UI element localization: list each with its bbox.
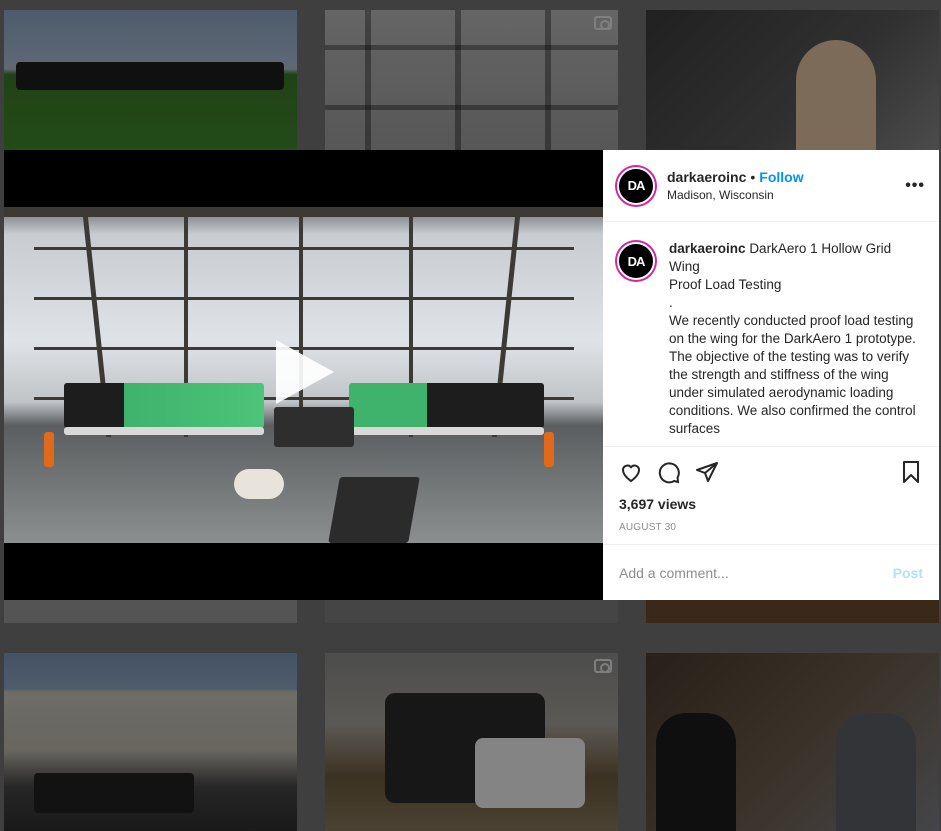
comment-icon[interactable] (657, 460, 681, 484)
views-count[interactable]: 3,697 views (603, 496, 939, 516)
caption-avatar[interactable]: DA (617, 242, 655, 280)
post-modal: DA darkaeroinc • Follow Madison, Wisconsin… (4, 150, 939, 600)
caption-line: We recently conducted proof load testing… (669, 313, 916, 436)
caption-line: . (669, 295, 673, 310)
comment-input[interactable] (619, 564, 893, 581)
location-link[interactable]: Madison, Wisconsin (667, 188, 905, 202)
avatar[interactable]: DA (617, 166, 655, 205)
video-player[interactable] (4, 207, 603, 543)
caption-line: Proof Load Testing (669, 277, 782, 292)
post-sidebar: DA darkaeroinc • Follow Madison, Wisconsin… (603, 150, 939, 600)
post-media[interactable] (4, 150, 603, 600)
post-header-text: darkaeroinc • Follow Madison, Wisconsin (667, 169, 905, 202)
profile-grid-backdrop: DA darkaeroinc • Follow Madison, Wisconsin… (0, 0, 941, 831)
post-header: DA darkaeroinc • Follow Madison, Wisconsin… (603, 150, 939, 222)
caption-username-link[interactable]: darkaeroinc (669, 241, 746, 256)
separator-dot: • (750, 169, 756, 185)
caption-text: darkaeroinc DarkAero 1 Hollow Grid Wing … (669, 240, 923, 446)
caption-section: DA darkaeroinc DarkAero 1 Hollow Grid Wi… (603, 222, 939, 446)
post-date[interactable]: AUGUST 30 (603, 522, 939, 544)
follow-button[interactable]: Follow (759, 169, 803, 185)
username-link[interactable]: darkaeroinc (667, 169, 746, 185)
bookmark-icon[interactable] (899, 460, 923, 484)
more-options-icon[interactable]: ••• (905, 177, 925, 195)
comment-bar: Post (603, 544, 939, 600)
action-bar (603, 446, 939, 496)
paper-plane-icon[interactable] (695, 460, 719, 484)
heart-icon[interactable] (619, 460, 643, 484)
play-icon[interactable] (276, 340, 334, 404)
post-comment-button[interactable]: Post (893, 565, 923, 581)
